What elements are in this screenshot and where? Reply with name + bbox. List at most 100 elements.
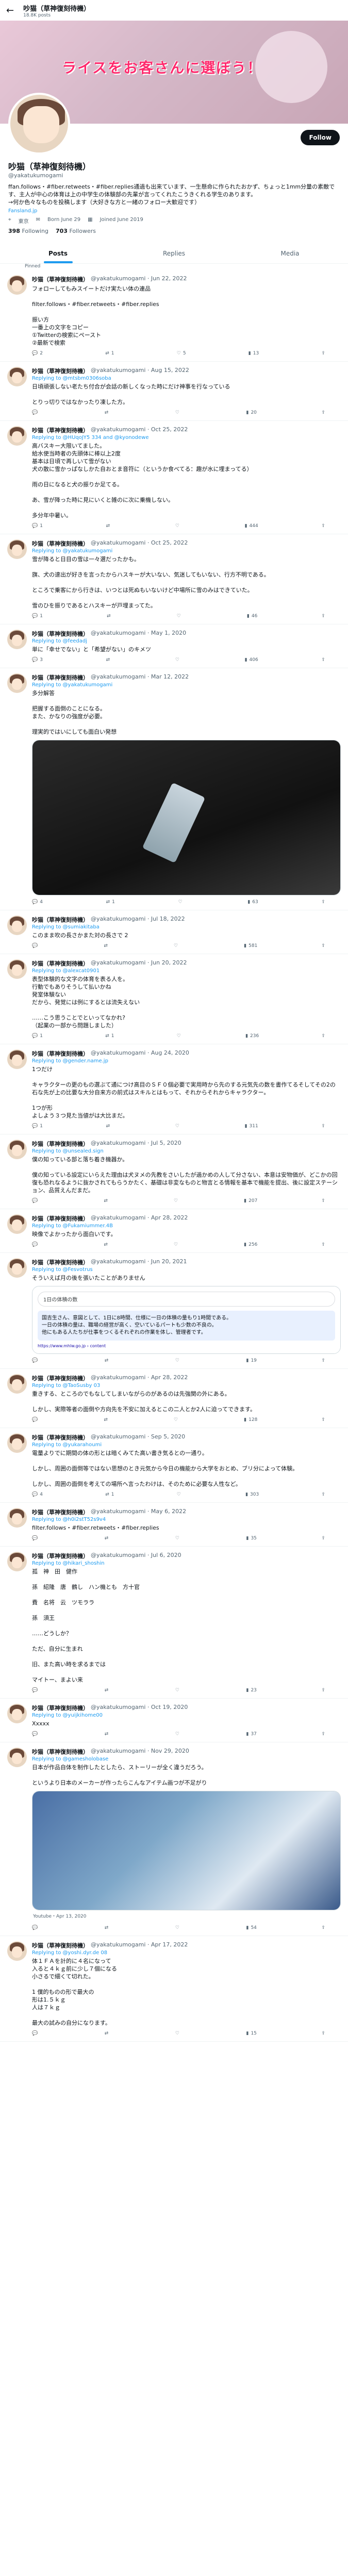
tweet-avatar[interactable] (7, 1704, 27, 1723)
retweet-action[interactable]: ⇄ (105, 1536, 111, 1541)
following-stat[interactable]: 398 Following (8, 228, 48, 234)
share-action[interactable]: ⇪ (321, 1417, 325, 1422)
tab-media[interactable]: Media (232, 244, 348, 263)
tweet[interactable]: 吵猫（草神復刻待機） @yakatukumogami · Aug 24, 2020… (0, 1044, 348, 1134)
tweet-avatar[interactable] (7, 1258, 27, 1278)
like-action[interactable]: ♡ (174, 1242, 180, 1247)
reply-action[interactable]: 💬 2 (32, 351, 43, 356)
share-action[interactable]: ⇪ (321, 614, 325, 619)
share-action[interactable]: ⇪ (321, 1358, 325, 1363)
share-action[interactable]: ⇪ (321, 1198, 325, 1204)
tweet[interactable]: 吵猫（草神復刻待機） @yakatukumogami · Oct 19, 2020… (0, 1699, 348, 1742)
retweet-action[interactable]: ⇄ (105, 410, 111, 415)
like-action[interactable]: ♡ (174, 943, 180, 948)
reply-to-link[interactable]: Replying to @HUqoJY5 334 and @kyonodewe (32, 435, 148, 440)
like-action[interactable]: ♡ (174, 1417, 180, 1422)
share-action[interactable]: ⇪ (321, 1492, 325, 1497)
reply-action[interactable]: 💬 (32, 1732, 40, 1737)
reply-to-link[interactable]: Replying to @gender.name.jp (32, 1058, 108, 1064)
share-action[interactable]: ⇪ (321, 943, 325, 948)
like-action[interactable]: ♡ (175, 1536, 181, 1541)
tweet-author-name[interactable]: 吵猫（草神復刻待機） (32, 959, 89, 968)
reply-action[interactable]: 💬 3 (32, 657, 43, 663)
profile-link[interactable]: Fansland.jp (8, 208, 340, 214)
views-action[interactable]: ▮ 20 (246, 410, 256, 415)
like-action[interactable]: ♡ 5 (177, 351, 186, 356)
reply-to-link[interactable]: Replying to @Fesvotrus (32, 1267, 93, 1273)
tweet-author-name[interactable]: 吵猫（草神復刻待機） (32, 1140, 89, 1148)
views-action[interactable]: ▮ 46 (247, 614, 257, 619)
share-action[interactable]: ⇪ (321, 1732, 325, 1737)
tweet-avatar[interactable] (7, 275, 27, 295)
reply-to-link[interactable]: Replying to @feedadj (32, 638, 87, 644)
like-action[interactable]: ♡ (175, 1358, 181, 1363)
tweet[interactable]: 吵猫（草神復刻待機） @yakatukumogami · Jul 18, 2022… (0, 910, 348, 954)
reply-action[interactable]: 💬 (32, 410, 40, 415)
tweet-author-name[interactable]: 吵猫（草神復刻待機） (32, 673, 89, 682)
views-action[interactable]: ▮ 303 (245, 1492, 259, 1497)
share-action[interactable]: ⇪ (321, 900, 325, 905)
reply-to-link[interactable]: Replying to @gamesholobase (32, 1756, 108, 1762)
reply-action[interactable]: 💬 (32, 1358, 40, 1363)
tweet[interactable]: 吵猫（草神復刻待機） @yakatukumogami · Jun 20, 2022… (0, 954, 348, 1044)
like-action[interactable]: ♡ (174, 1198, 180, 1204)
views-action[interactable]: ▮ 311 (245, 1124, 258, 1129)
tweet-avatar[interactable] (7, 1748, 27, 1767)
retweet-action[interactable]: ⇄ (104, 1198, 110, 1204)
tweet-video[interactable] (32, 1791, 341, 1910)
reply-to-link[interactable]: Replying to @unsealed.sign (32, 1148, 104, 1154)
like-action[interactable]: ♡ (177, 1033, 183, 1039)
tweet-avatar[interactable] (7, 1433, 27, 1453)
retweet-action[interactable]: ⇄ 1 (105, 1033, 114, 1039)
views-action[interactable]: ▮ 581 (244, 943, 257, 948)
like-action[interactable]: ♡ (178, 900, 185, 905)
tweet[interactable]: 吵猫（草神復刻待機） @yakatukumogami · Jul 5, 2020 R… (0, 1134, 348, 1209)
tab-replies[interactable]: Replies (116, 244, 232, 263)
tweet[interactable]: 吵猫（草神復刻待機） @yakatukumogami · Apr 17, 2022… (0, 1936, 348, 2042)
reply-to-link[interactable]: Replying to @yuijkihome00 (32, 1713, 103, 1718)
tweet[interactable]: 吵猫（草神復刻待機） @yakatukumogami · Sep 5, 2020 R… (0, 1428, 348, 1503)
like-action[interactable]: ♡ (175, 523, 181, 529)
tweet[interactable]: 吵猫（草神復刻待機） @yakatukumogami · Apr 28, 2022… (0, 1209, 348, 1253)
reply-action[interactable]: 💬 1 (32, 523, 43, 529)
followers-stat[interactable]: 703 Followers (56, 228, 96, 234)
tweet-avatar[interactable] (7, 426, 27, 446)
tweet[interactable]: 吵猫（草神復刻待機） @yakatukumogami · Apr 28, 2022… (0, 1369, 348, 1428)
share-action[interactable]: ⇪ (321, 1124, 325, 1129)
retweet-action[interactable]: ⇄ (106, 1124, 112, 1129)
views-action[interactable]: ▮ 15 (246, 2031, 256, 2036)
tweet-author-name[interactable]: 吵猫（草神復刻待機） (32, 275, 89, 283)
retweet-action[interactable]: ⇄ 1 (105, 1492, 114, 1497)
tweet[interactable]: 吵猫（草神復刻待機） @yakatukumogami · May 6, 2022 R… (0, 1503, 348, 1547)
retweet-action[interactable]: ⇄ (104, 1242, 110, 1247)
share-action[interactable]: ⇪ (321, 523, 325, 529)
tweet-avatar[interactable] (7, 1214, 27, 1234)
share-action[interactable]: ⇪ (321, 1242, 325, 1247)
reply-action[interactable]: 💬 1 (32, 1124, 43, 1129)
reply-to-link[interactable]: Replying to @hikari_shoshin (32, 1561, 105, 1566)
tweet-avatar[interactable] (7, 673, 27, 693)
back-arrow-icon[interactable]: ← (6, 5, 14, 16)
reply-to-link[interactable]: Replying to @Fukamiummer.4B (32, 1223, 113, 1229)
reply-to-link[interactable]: Replying to @yukarahoumi (32, 1442, 102, 1448)
views-action[interactable]: ▮ 63 (247, 900, 258, 905)
tweet-author-name[interactable]: 吵猫（草神復刻待機） (32, 1941, 89, 1950)
reply-action[interactable]: 💬 (32, 1925, 40, 1930)
share-action[interactable]: ⇪ (321, 1925, 325, 1930)
reply-to-link[interactable]: Replying to @TaoSusby 03 (32, 1383, 100, 1388)
reply-to-link[interactable]: Replying to @sumiakitaba (32, 924, 100, 930)
reply-action[interactable]: 💬 4 (32, 900, 43, 905)
tweet-avatar[interactable] (7, 1140, 27, 1159)
tweet[interactable]: 吵猫（草神復刻待機） @yakatukumogami · Jun 22, 2022… (0, 270, 348, 362)
follow-button[interactable]: Follow (301, 130, 340, 145)
reply-action[interactable]: 💬 (32, 1198, 40, 1204)
tweet-author-name[interactable]: 吵猫（草神復刻待機） (32, 916, 89, 924)
tweet-author-name[interactable]: 吵猫（草神復刻待機） (32, 630, 89, 638)
views-action[interactable]: ▮ 236 (245, 1033, 259, 1039)
tweet-author-name[interactable]: 吵猫（草神復刻待機） (32, 539, 89, 548)
tweet-author-name[interactable]: 吵猫（草神復刻待機） (32, 1508, 89, 1516)
reply-action[interactable]: 💬 (32, 1417, 40, 1422)
like-action[interactable]: ♡ (175, 1732, 181, 1737)
share-action[interactable]: ⇪ (321, 657, 325, 663)
like-action[interactable]: ♡ (175, 1688, 181, 1693)
